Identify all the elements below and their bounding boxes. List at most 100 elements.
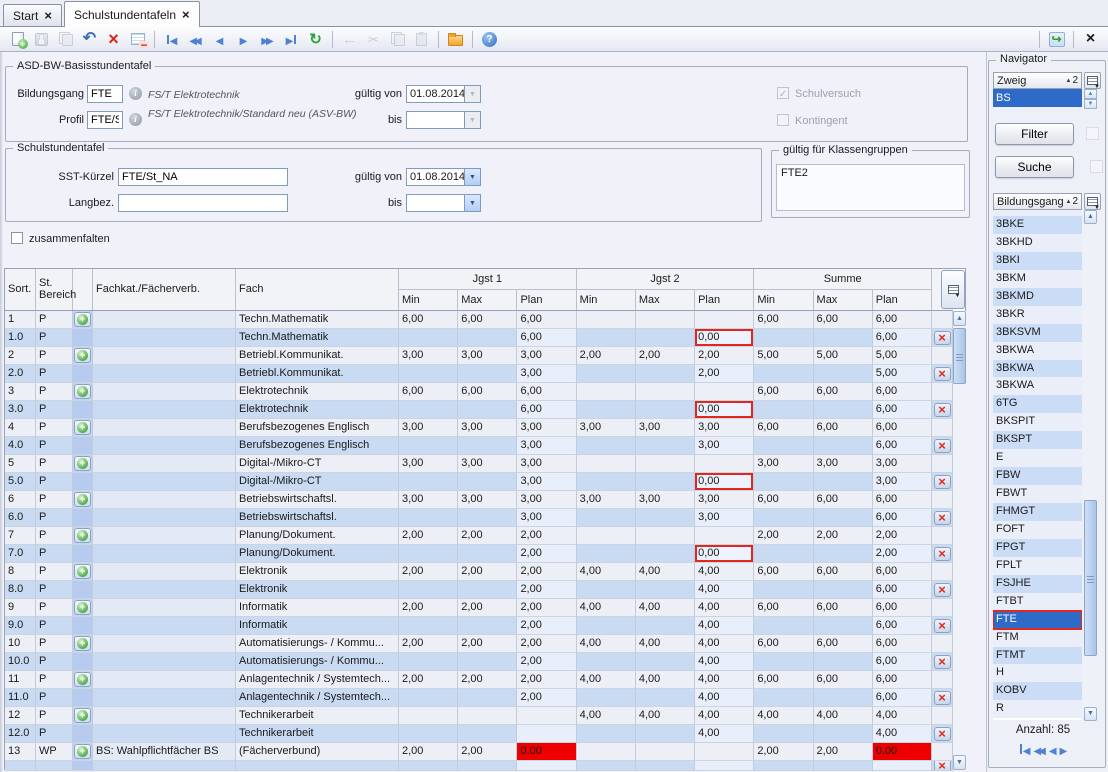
- bildungsgang-item[interactable]: FPLT: [993, 557, 1082, 575]
- delete-row-button[interactable]: ×: [934, 511, 951, 525]
- add-subject-button[interactable]: +: [74, 420, 91, 435]
- table-row-11.0[interactable]: 11.0PAnlagentechnik / Systemtech...2,004…: [5, 689, 953, 707]
- cell-plan-summe[interactable]: 2,00: [873, 545, 932, 563]
- cell-plan-summe[interactable]: 4,00: [873, 725, 932, 743]
- table-row-3.0[interactable]: 3.0PElektrotechnik6,000,006,00×: [5, 401, 953, 419]
- bildungsgang-item[interactable]: 3BKHD: [993, 234, 1082, 252]
- add-subject-button[interactable]: +: [74, 744, 91, 759]
- bildungsgang-item[interactable]: FBWT: [993, 485, 1082, 503]
- sst-gueltig-von-combo[interactable]: 01.08.2014 ▼: [406, 168, 481, 186]
- nav-fast-forward-button[interactable]: ▶▶: [256, 28, 279, 50]
- cell-plan-jgst1[interactable]: 3,00: [517, 365, 576, 383]
- add-subject-button[interactable]: +: [74, 564, 91, 579]
- delete-row-button[interactable]: ×: [934, 547, 951, 561]
- cell-plan-jgst1[interactable]: 3,00: [517, 509, 576, 527]
- bildungsgang-item[interactable]: 3BKM: [993, 270, 1082, 288]
- add-subject-button[interactable]: +: [74, 456, 91, 471]
- bildungsgang-list-header[interactable]: Bildungsgang ▲2: [993, 193, 1082, 210]
- bildungsgang-item[interactable]: 3BKI: [993, 252, 1082, 270]
- table-row-5.0[interactable]: 5.0PDigital-/Mikro-CT3,000,003,00×: [5, 473, 953, 491]
- table-row-8.0[interactable]: 8.0PElektronik2,004,006,00×: [5, 581, 953, 599]
- refresh-button[interactable]: ↻: [304, 28, 327, 50]
- cell-plan-jgst2[interactable]: 4,00: [695, 581, 754, 599]
- bildungsgang-input[interactable]: [87, 85, 123, 103]
- add-subject-button[interactable]: +: [74, 672, 91, 687]
- add-subject-button[interactable]: +: [74, 708, 91, 723]
- cell-plan-jgst2[interactable]: 4,00: [695, 725, 754, 743]
- table-row-11[interactable]: 11P+Anlagentechnik / Systemtech...2,002,…: [5, 671, 953, 689]
- cell-plan-jgst1[interactable]: 2,00: [517, 617, 576, 635]
- table-row-7[interactable]: 7P+Planung/Dokument.2,002,002,002,002,00…: [5, 527, 953, 545]
- table-row-12.0[interactable]: 12.0PTechnikerarbeit4,004,00×: [5, 725, 953, 743]
- cell-plan-jgst2[interactable]: 4,00: [695, 689, 754, 707]
- table-row-3[interactable]: 3P+Elektrotechnik6,006,006,006,006,006,0…: [5, 383, 953, 401]
- delete-row-button[interactable]: ×: [934, 403, 951, 417]
- table-row-1.0[interactable]: 1.0PTechn.Mathematik6,000,006,00×: [5, 329, 953, 347]
- cell-plan-summe[interactable]: 6,00: [873, 581, 932, 599]
- cell-plan-jgst2[interactable]: [695, 761, 754, 771]
- table-row-4[interactable]: 4P+Berufsbezogenes Englisch3,003,003,003…: [5, 419, 953, 437]
- bildungsgang-item[interactable]: FTM: [993, 629, 1082, 647]
- zusammenfalten-checkbox[interactable]: [11, 232, 23, 244]
- delete-row-button[interactable]: ×: [934, 439, 951, 453]
- close-module-button[interactable]: ×: [1079, 28, 1102, 50]
- bildungsgang-item[interactable]: FBW: [993, 467, 1082, 485]
- list-first-button[interactable]: ◀: [1019, 743, 1031, 757]
- tab-start-close-icon[interactable]: ×: [44, 11, 52, 21]
- bildungsgang-column-chooser-button[interactable]: [1084, 193, 1101, 210]
- table-row-5[interactable]: 5P+Digital-/Mikro-CT3,003,003,003,003,00…: [5, 455, 953, 473]
- zweig-item-bs[interactable]: BS: [993, 89, 1082, 107]
- list-fast-back-button[interactable]: ◀◀: [1033, 743, 1045, 757]
- nav-back-button[interactable]: ◀: [208, 28, 231, 50]
- bildungsgang-item[interactable]: FTBT: [993, 593, 1082, 611]
- bildungsgang-item[interactable]: 3BKWA: [993, 360, 1082, 378]
- bildungsgang-item[interactable]: 3BKWA: [993, 342, 1082, 360]
- bildungsgang-item[interactable]: FOFT: [993, 521, 1082, 539]
- table-row-8[interactable]: 8P+Elektronik2,002,002,004,004,004,006,0…: [5, 563, 953, 581]
- table-row-12[interactable]: 12P+Technikerarbeit4,004,004,004,004,004…: [5, 707, 953, 725]
- table-row-4.0[interactable]: 4.0PBerufsbezogenes Englisch3,003,006,00…: [5, 437, 953, 455]
- sst-kuerzel-input[interactable]: [118, 168, 288, 186]
- cell-plan-summe[interactable]: 3,00: [873, 473, 932, 491]
- cell-plan-jgst1[interactable]: 3,00: [517, 437, 576, 455]
- bildungsgang-item[interactable]: FTE: [993, 611, 1082, 629]
- add-subject-button[interactable]: +: [74, 492, 91, 507]
- zweig-list-header[interactable]: Zweig ▲2: [993, 72, 1082, 89]
- delete-row-button[interactable]: ×: [934, 331, 951, 345]
- delete-row-button[interactable]: ×: [934, 655, 951, 669]
- add-subject-button[interactable]: +: [74, 384, 91, 399]
- spinner-down-icon[interactable]: ▼: [1084, 99, 1097, 109]
- tab-schulstundentafeln[interactable]: Schulstundentafeln ×: [64, 1, 200, 27]
- nav-forward-button[interactable]: ▶: [232, 28, 255, 50]
- delete-row-button[interactable]: ×: [934, 761, 951, 771]
- add-subject-button[interactable]: +: [74, 600, 91, 615]
- cell-plan-jgst2[interactable]: 0,00: [695, 545, 754, 563]
- bildungsgang-item[interactable]: 3BKSVM: [993, 324, 1082, 342]
- bildungsgang-scrollbar-thumb[interactable]: [1084, 500, 1097, 656]
- cell-plan-summe[interactable]: [873, 761, 932, 771]
- bildungsgang-item[interactable]: 3BKE: [993, 216, 1082, 234]
- help-button[interactable]: ?: [478, 28, 501, 50]
- cell-plan-jgst1[interactable]: 2,00: [517, 581, 576, 599]
- cell-plan-summe[interactable]: 6,00: [873, 437, 932, 455]
- delete-row-button[interactable]: ×: [934, 619, 951, 633]
- cell-plan-jgst1[interactable]: 2,00: [517, 653, 576, 671]
- table-column-chooser-button[interactable]: [941, 270, 965, 309]
- table-row-2.0[interactable]: 2.0PBetriebl.Kommunikat.3,002,005,00×: [5, 365, 953, 383]
- cell-plan-jgst1[interactable]: [517, 761, 576, 771]
- spinner-up-icon[interactable]: ▲: [1084, 89, 1097, 99]
- cell-plan-jgst2[interactable]: 4,00: [695, 653, 754, 671]
- table-row-7.0[interactable]: 7.0PPlanung/Dokument.2,000,002,00×: [5, 545, 953, 563]
- new-record-button[interactable]: +: [6, 28, 29, 50]
- nav-fast-back-button[interactable]: ◀◀: [184, 28, 207, 50]
- bildungsgang-item[interactable]: E: [993, 449, 1082, 467]
- cell-plan-jgst2[interactable]: 4,00: [695, 617, 754, 635]
- bildungsgang-item[interactable]: 3BKMD: [993, 288, 1082, 306]
- bildungsgang-item[interactable]: FHMGT: [993, 503, 1082, 521]
- cell-plan-summe[interactable]: 6,00: [873, 329, 932, 347]
- cell-plan-jgst2[interactable]: 3,00: [695, 509, 754, 527]
- delete-row-button[interactable]: ×: [934, 691, 951, 705]
- cell-plan-summe[interactable]: 5,00: [873, 365, 932, 383]
- switch-view-button[interactable]: ↪: [1045, 28, 1068, 50]
- nav-first-button[interactable]: ◀: [160, 28, 183, 50]
